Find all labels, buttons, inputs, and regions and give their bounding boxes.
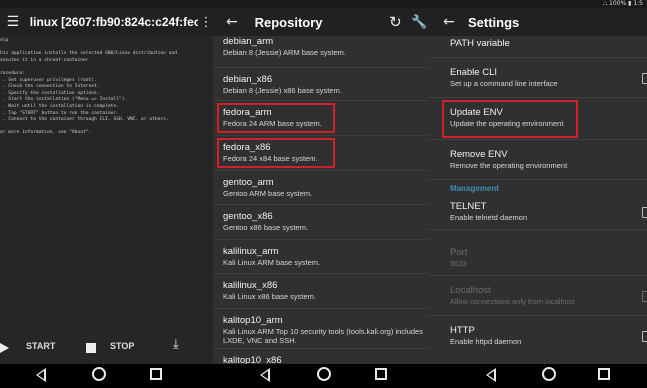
refresh-icon[interactable]: ↻ <box>387 13 405 31</box>
terminal-line: . Wait until the installation is complet… <box>0 103 119 109</box>
highlight-box <box>442 100 578 138</box>
settings-screen: ⛬ 100% ▮ 1:5 ← Settings PATH variable Ena… <box>428 0 647 364</box>
checkbox[interactable] <box>642 207 647 218</box>
repo-item-kalilinux-arm[interactable]: kalilinux_arm Kali Linux ARM base system. <box>213 240 428 274</box>
arrow-back-icon[interactable]: ← <box>221 14 243 30</box>
setting-enable-cli[interactable]: Enable CLI Set up a command line interfac… <box>428 58 647 98</box>
setting-title: TELNET <box>450 201 487 212</box>
status-bar <box>213 0 428 8</box>
nav-recents-icon[interactable] <box>375 368 387 380</box>
status-bar <box>0 0 213 8</box>
repo-item-desc: Gentoo x86 base system. <box>223 223 309 232</box>
setting-telnet[interactable]: TELNET Enable telnetd daemon <box>428 192 647 230</box>
repo-item-name: kalilinux_x86 <box>223 280 278 291</box>
wrench-icon[interactable]: 🔧 <box>410 15 428 30</box>
nav-back-icon[interactable] <box>36 368 46 382</box>
setting-http[interactable]: HTTP Enable httpd daemon <box>428 316 647 350</box>
terminal-line: or more information, see "About". <box>0 130 92 136</box>
system-nav-bar <box>0 364 647 388</box>
repo-item-name: kalitop10_arm <box>223 315 283 326</box>
repo-item-name: debian_x86 <box>223 74 273 85</box>
checkbox <box>642 291 647 302</box>
play-icon[interactable] <box>0 343 9 353</box>
terminal-line: rocedure: <box>0 70 25 76</box>
nav-home-icon[interactable] <box>92 367 106 381</box>
overflow-menu-icon[interactable]: ⋮ <box>199 15 213 30</box>
highlight-box <box>217 138 335 168</box>
repo-item-desc: Kali Linux x86 base system. <box>223 292 316 301</box>
page-title: Repository <box>254 14 323 30</box>
repo-item-name: gentoo_arm <box>223 177 274 188</box>
terminal-line: elp <box>0 38 9 43</box>
repo-item-gentoo-x86[interactable]: gentoo_x86 Gentoo x86 base system. <box>213 205 428 240</box>
setting-summary: Allow connections only from localhost <box>450 297 575 306</box>
repo-item-desc: Kali Linux ARM Top 10 security tools (to… <box>223 327 423 345</box>
control-bar: START STOP ⤓ <box>0 333 213 364</box>
terminal-line: his application installs the selected GN… <box>0 51 178 57</box>
repo-item-desc: Debian 8 (Jessie) ARM base system. <box>223 48 346 57</box>
download-icon[interactable]: ⤓ <box>173 337 179 352</box>
page-title: Settings <box>468 14 520 30</box>
terminal-line: xecutes it in a chroot-container <box>0 57 89 63</box>
repo-item-fedora-x86[interactable]: fedora_x86 Fedora 24 x84 base system. <box>213 136 428 171</box>
repo-item-fedora-arm[interactable]: fedora_arm Fedora 24 ARM base system. <box>213 101 428 136</box>
repo-item-kalitop10-arm[interactable]: kalitop10_arm Kali Linux ARM Top 10 secur… <box>213 309 428 349</box>
setting-localhost: Localhost Allow connections only from loc… <box>428 276 647 316</box>
stop-button[interactable]: STOP <box>110 341 134 351</box>
checkbox[interactable] <box>642 73 647 84</box>
repo-item-kalitop10-x86[interactable]: kalitop10_x86 <box>213 349 428 364</box>
repository-screen: ← Repository ↻ 🔧 debian_arm Debian 8 (Jes… <box>213 0 428 364</box>
nav-home-icon[interactable] <box>542 367 556 381</box>
checkbox[interactable] <box>642 331 647 342</box>
repo-item-gentoo-arm[interactable]: gentoo_arm Gentoo ARM base system. <box>213 171 428 205</box>
app-bar: ← Repository ↻ 🔧 <box>213 8 428 36</box>
start-button[interactable]: START <box>26 341 55 351</box>
setting-update-env[interactable]: Update ENV Update the operating environme… <box>428 98 647 140</box>
repo-item-kalilinux-x86[interactable]: kalilinux_x86 Kali Linux x86 base system. <box>213 274 428 309</box>
terminal-line: . Connect to the container through CLI, … <box>0 117 169 123</box>
terminal-line: . Check the connection to Internet. <box>0 84 100 90</box>
terminal-output: elp his application installs the selecte… <box>0 36 213 137</box>
nav-back-icon[interactable] <box>486 368 496 382</box>
repo-item-debian-x86[interactable]: debian_x86 Debian 8 (Jessie) x86 base sys… <box>213 68 428 101</box>
setting-title: PATH variable <box>450 38 510 49</box>
repo-item-name: debian_arm <box>223 36 274 47</box>
repo-item-name: kalilinux_arm <box>223 246 279 257</box>
terminal-line: . Start the installation ("Menu => Insta… <box>0 97 128 103</box>
setting-title: Port <box>450 247 468 258</box>
app-bar: ☰ linux [2607:fb90:824c:c24f:fec... ⋮ <box>0 8 213 36</box>
setting-summary: Remove the operating environment <box>450 161 568 170</box>
app-bar: ← Settings <box>428 8 647 36</box>
setting-title: Remove ENV <box>450 149 508 160</box>
setting-title: HTTP <box>450 325 475 336</box>
nav-back-icon[interactable] <box>260 368 270 382</box>
setting-path-variable[interactable]: PATH variable <box>428 36 647 58</box>
hamburger-menu-icon[interactable]: ☰ <box>2 14 24 30</box>
setting-port: Port 5023 <box>428 238 647 276</box>
repo-item-name: gentoo_x86 <box>223 211 273 222</box>
stop-icon[interactable] <box>86 343 96 353</box>
app-title: linux [2607:fb90:824c:c24f:fec... <box>29 15 199 29</box>
highlight-box <box>217 103 335 133</box>
setting-remove-env[interactable]: Remove ENV Remove the operating environme… <box>428 140 647 180</box>
setting-title: Localhost <box>450 285 491 296</box>
repo-item-debian-arm[interactable]: debian_arm Debian 8 (Jessie) ARM base sys… <box>213 36 428 68</box>
nav-home-icon[interactable] <box>317 367 331 381</box>
repo-item-name: kalitop10_x86 <box>223 355 282 364</box>
setting-summary: Enable telnetd daemon <box>450 213 528 222</box>
terminal-screen: ☰ linux [2607:fb90:824c:c24f:fec... ⋮ el… <box>0 0 213 364</box>
nav-recents-icon[interactable] <box>598 368 610 380</box>
repo-item-desc: Kali Linux ARM base system. <box>223 258 321 267</box>
status-bar: ⛬ 100% ▮ 1:5 <box>428 0 647 8</box>
setting-summary: 5023 <box>450 259 467 268</box>
repo-item-desc: Gentoo ARM base system. <box>223 189 313 198</box>
setting-summary: Enable httpd daemon <box>450 337 522 346</box>
nav-recents-icon[interactable] <box>150 368 162 380</box>
arrow-back-icon[interactable]: ← <box>438 14 460 30</box>
setting-title: Enable CLI <box>450 67 498 78</box>
status-icons: ⛬ 100% ▮ 1:5 <box>602 0 643 7</box>
setting-summary: Set up a command line interface <box>450 79 558 88</box>
repo-item-desc: Debian 8 (Jessie) x86 base system. <box>223 86 342 95</box>
